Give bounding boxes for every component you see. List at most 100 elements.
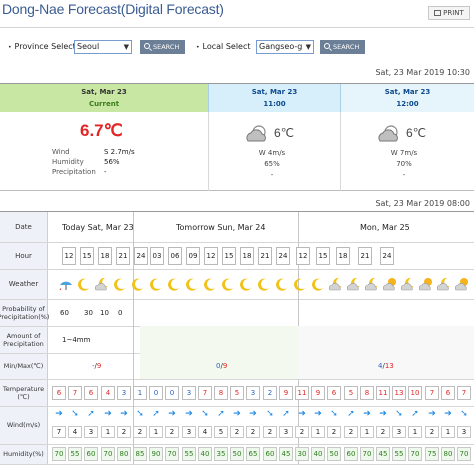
moon-icon	[114, 278, 125, 291]
pop-cell: 0	[118, 309, 123, 317]
province-label: Province Select	[8, 40, 76, 55]
wind-speed-cell: 3	[84, 426, 98, 438]
hour-cell: 06	[168, 247, 182, 265]
humidity-cell: 50	[327, 447, 341, 461]
humidity-cell: 85	[133, 447, 147, 461]
temperature-cell: 13	[392, 386, 406, 400]
amount-cell: 1~4mm	[62, 336, 91, 344]
partly-cloudy-icon	[246, 125, 266, 142]
header-divider	[0, 27, 474, 28]
cloudy-moon-icon	[94, 277, 108, 291]
wind-direction-icon: ➘	[330, 409, 338, 419]
partly-sunny-icon	[454, 278, 468, 291]
wind-direction-icon: ➔	[185, 409, 193, 419]
temperature-cell: 7	[68, 386, 82, 400]
wind-speed-cell: 3	[392, 426, 406, 438]
wind-direction-icon: ➚	[347, 409, 355, 419]
local-label: Local Select	[196, 40, 251, 55]
humidity-cell: 65	[246, 447, 260, 461]
humidity-cell: 75	[425, 447, 439, 461]
temperature-cell: 3	[246, 386, 260, 400]
hour-cell: 18	[240, 247, 254, 265]
humidity-cell: 60	[263, 447, 277, 461]
hour-cell: 21	[258, 247, 272, 265]
forecast-col-header-1[interactable]: Sat, Mar 23 11:00	[208, 84, 340, 112]
province-select[interactable]: Seoul ▼	[74, 40, 132, 54]
local-search-button[interactable]: SEARCH	[320, 40, 365, 54]
hour-cell: 24	[276, 247, 290, 265]
wind-direction-icon: ➔	[168, 409, 176, 419]
cloudy-moon-icon	[436, 277, 450, 291]
moon-icon	[78, 278, 89, 291]
humidity-cell: 70	[457, 447, 471, 461]
wind-speed-cell: 2	[263, 426, 277, 438]
row-label-date: Date	[0, 212, 48, 242]
wind-direction-icon: ➔	[428, 409, 436, 419]
row-label-minmax: Min/Max(℃)	[0, 353, 48, 379]
wind-direction-icon: ➘	[266, 409, 274, 419]
wind-direction-icon: ➔	[233, 409, 241, 419]
minmax-today: -/9	[92, 362, 102, 370]
temperature-cell: 3	[117, 386, 131, 400]
current-col-header: Sat, Mar 23 Current	[0, 84, 208, 112]
province-search-button[interactable]: SEARCH	[140, 40, 185, 54]
row-label-temperature: Temperature (℃)	[0, 379, 48, 406]
chevron-down-icon: ▼	[305, 43, 311, 51]
wind-direction-icon: ➔	[444, 409, 452, 419]
pop-cell: 10	[100, 309, 109, 317]
pop-cell: 60	[60, 309, 69, 317]
svg-text:•: •	[59, 287, 62, 292]
humidity-cell: 55	[68, 447, 82, 461]
wind-speed-cell: 3	[457, 426, 471, 438]
moon-icon	[240, 278, 251, 291]
wind-speed-cell: 3	[279, 426, 293, 438]
page-title: Dong-Nae Forecast(Digital Forecast)	[2, 1, 224, 17]
search-icon	[324, 43, 330, 49]
wind-speed-cell: 1	[101, 426, 115, 438]
temperature-cell: 7	[425, 386, 439, 400]
digital-timestamp: Sat, 23 Mar 2019 08:00	[375, 199, 470, 208]
humidity-cell: 70	[360, 447, 374, 461]
hour-cell: 21	[358, 247, 372, 265]
hour-cell: 09	[186, 247, 200, 265]
temperature-cell: 0	[149, 386, 163, 400]
local-select[interactable]: Gangseo-g ▼	[256, 40, 314, 54]
temperature-cell: 10	[408, 386, 422, 400]
humidity-cell: 30	[295, 447, 309, 461]
temperature-cell: 11	[376, 386, 390, 400]
wind-direction-icon: ➔	[314, 409, 322, 419]
temperature-cell: 6	[441, 386, 455, 400]
temperature-cell: 6	[327, 386, 341, 400]
humidity-cell: 60	[84, 447, 98, 461]
humidity-cell: 55	[392, 447, 406, 461]
wind-direction-icon: ➘	[395, 409, 403, 419]
cloudy-moon-icon	[364, 277, 378, 291]
forecast-temp-1: 6℃	[274, 126, 295, 140]
wind-direction-icon: ➚	[411, 409, 419, 419]
print-button[interactable]: PRINT	[428, 6, 470, 20]
date-today: Today Sat, Mar 23	[62, 223, 134, 232]
partly-sunny-icon	[382, 278, 396, 291]
wind-direction-icon: ➔	[298, 409, 306, 419]
temperature-cell: 5	[344, 386, 358, 400]
current-temperature: 6.7℃	[80, 121, 123, 140]
wind-speed-cell: 4	[198, 426, 212, 438]
humidity-cell: 50	[230, 447, 244, 461]
temperature-cell: 2	[263, 386, 277, 400]
temperature-cell: 1	[133, 386, 147, 400]
partly-cloudy-icon	[378, 125, 398, 142]
search-icon	[144, 43, 150, 49]
cloudy-moon-icon	[328, 277, 342, 291]
wind-speed-cell: 1	[149, 426, 163, 438]
wind-speed-cell: 1	[360, 426, 374, 438]
wind-direction-icon: ➔	[104, 409, 112, 419]
wind-speed-cell: 1	[311, 426, 325, 438]
partly-sunny-icon	[418, 278, 432, 291]
hour-cell: 18	[336, 247, 350, 265]
wind-speed-cell: 1	[441, 426, 455, 438]
hour-cell: 24	[380, 247, 394, 265]
moon-icon	[132, 278, 143, 291]
forecast-col-header-2[interactable]: Sat, Mar 23 12:00	[340, 84, 474, 112]
wind-direction-icon: ➔	[120, 409, 128, 419]
wind-direction-icon: ➘	[136, 409, 144, 419]
